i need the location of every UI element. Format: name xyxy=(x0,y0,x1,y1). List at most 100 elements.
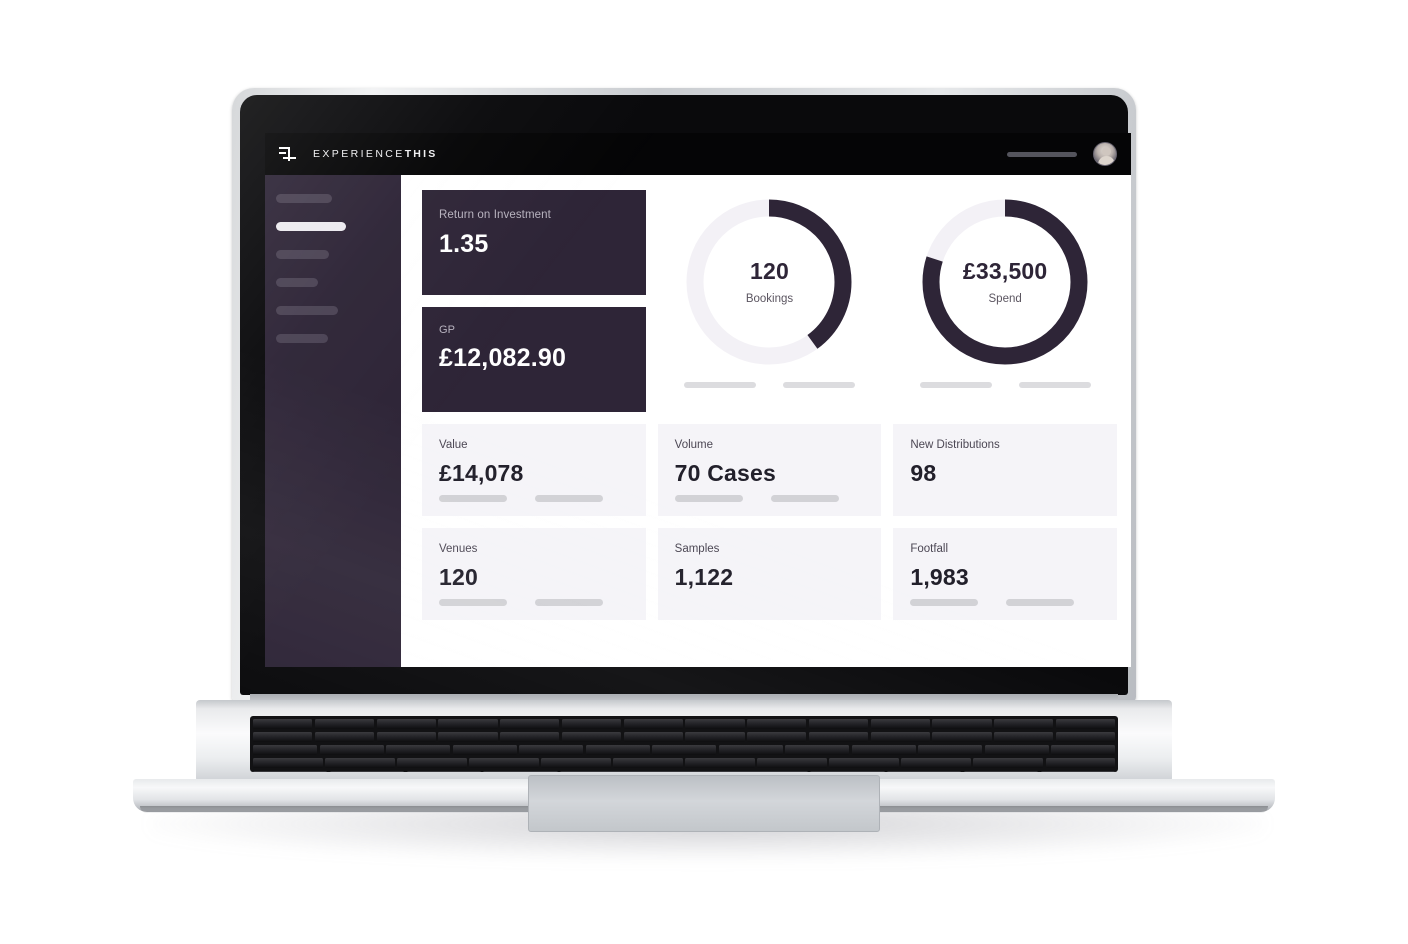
kpi-card-return-on-investment[interactable]: Return on Investment 1.35 xyxy=(422,190,646,295)
keyboard-key[interactable] xyxy=(1055,731,1115,742)
keyboard-key[interactable] xyxy=(932,731,992,742)
keyboard-key[interactable] xyxy=(623,718,683,729)
keyboard-key[interactable] xyxy=(253,718,313,729)
keyboard-key[interactable] xyxy=(253,770,328,772)
kpi-card-footfall[interactable]: Footfall 1,983 xyxy=(893,528,1117,620)
sidebar-item-3[interactable] xyxy=(276,250,329,259)
keyboard-key[interactable] xyxy=(469,757,539,768)
keyboard-key[interactable] xyxy=(757,757,827,768)
keyboard-key[interactable] xyxy=(561,718,621,729)
keyboard-key[interactable] xyxy=(376,718,436,729)
keyboard-key[interactable] xyxy=(500,731,560,742)
keyboard-key[interactable] xyxy=(785,744,849,755)
sidebar-item-6[interactable] xyxy=(276,334,328,343)
sidebar-item-1[interactable] xyxy=(276,194,332,203)
placeholder-bar[interactable] xyxy=(1006,599,1075,606)
keyboard-key[interactable] xyxy=(585,744,650,755)
keyboard-key[interactable] xyxy=(808,731,868,742)
placeholder-bar[interactable] xyxy=(770,495,839,502)
placeholder-bar[interactable] xyxy=(439,599,507,606)
placeholder-bar[interactable] xyxy=(439,495,507,502)
keyboard-key[interactable] xyxy=(1040,770,1116,772)
sidebar-item-5[interactable] xyxy=(276,306,338,315)
keyboard-key[interactable] xyxy=(438,731,498,742)
keyboard-key[interactable] xyxy=(1055,718,1115,729)
keyboard-key[interactable] xyxy=(483,770,558,772)
sidebar-item-2[interactable] xyxy=(276,222,346,231)
keyboard-key[interactable] xyxy=(541,757,611,768)
trackpad[interactable] xyxy=(528,775,880,832)
keyboard-key[interactable] xyxy=(314,718,374,729)
kpi-card-samples[interactable]: Samples 1,122 xyxy=(657,528,882,620)
keyboard[interactable] xyxy=(250,716,1118,772)
kpi-card-value[interactable]: Value £14,078 xyxy=(422,424,646,516)
keyboard-key[interactable] xyxy=(253,744,317,755)
keyboard-key[interactable] xyxy=(851,744,916,755)
keyboard-key[interactable] xyxy=(963,770,1039,772)
placeholder-bar[interactable] xyxy=(535,495,603,502)
placeholder-bar[interactable] xyxy=(535,599,603,606)
kpi-placeholder-bars xyxy=(439,495,646,502)
keyboard-key[interactable] xyxy=(560,770,808,772)
keyboard-key[interactable] xyxy=(901,757,971,768)
keyboard-key[interactable] xyxy=(613,757,683,768)
keyboard-key[interactable] xyxy=(1045,757,1116,768)
placeholder-bar[interactable] xyxy=(919,382,992,388)
keyboard-row xyxy=(250,757,1118,768)
placeholder-bar[interactable] xyxy=(683,382,756,388)
keyboard-key[interactable] xyxy=(932,718,992,729)
keyboard-key[interactable] xyxy=(994,718,1054,729)
keyboard-key[interactable] xyxy=(973,757,1044,768)
keyboard-key[interactable] xyxy=(329,770,405,772)
keyboard-key[interactable] xyxy=(519,744,583,755)
placeholder-bar[interactable] xyxy=(910,599,979,606)
placeholder-bar[interactable] xyxy=(674,495,743,502)
kpi-value: 1,983 xyxy=(910,564,969,590)
keyboard-key[interactable] xyxy=(319,744,384,755)
keyboard-key[interactable] xyxy=(253,757,323,768)
keyboard-key[interactable] xyxy=(500,718,560,729)
keyboard-key[interactable] xyxy=(325,757,395,768)
kpi-card-gp[interactable]: GP £12,082.90 xyxy=(422,307,646,412)
donut-card-spend[interactable]: £33,500 Spend xyxy=(893,190,1117,412)
placeholder-bar[interactable] xyxy=(782,382,855,388)
keyboard-key[interactable] xyxy=(685,718,745,729)
keyboard-key[interactable] xyxy=(376,731,436,742)
keyboard-key[interactable] xyxy=(685,757,755,768)
keyboard-key[interactable] xyxy=(918,744,982,755)
keyboard-key[interactable] xyxy=(829,757,899,768)
keyboard-key[interactable] xyxy=(808,718,868,729)
keyboard-key[interactable] xyxy=(652,744,716,755)
kpi-card-volume[interactable]: Volume 70 Cases xyxy=(657,424,882,516)
keyboard-key[interactable] xyxy=(747,731,807,742)
keyboard-key[interactable] xyxy=(870,731,930,742)
keyboard-key[interactable] xyxy=(438,718,498,729)
keyboard-key[interactable] xyxy=(747,718,807,729)
avatar[interactable] xyxy=(1093,142,1117,166)
keyboard-key[interactable] xyxy=(386,744,450,755)
experience-this-logo-icon[interactable] xyxy=(279,146,296,162)
keyboard-key[interactable] xyxy=(685,731,745,742)
kpi-card-new-distributions[interactable]: New Distributions 98 xyxy=(893,424,1117,516)
keyboard-key[interactable] xyxy=(623,731,683,742)
keyboard-key[interactable] xyxy=(810,770,885,772)
keyboard-key[interactable] xyxy=(253,731,313,742)
donut-card-bookings[interactable]: 120 Bookings xyxy=(657,190,882,412)
keyboard-key[interactable] xyxy=(314,731,374,742)
topbar-placeholder-bar[interactable] xyxy=(1007,151,1077,157)
kpi-card-venues[interactable]: Venues 120 xyxy=(422,528,646,620)
placeholder-bar[interactable] xyxy=(1018,382,1091,388)
keyboard-key[interactable] xyxy=(561,731,621,742)
keyboard-key[interactable] xyxy=(870,718,930,729)
keyboard-key[interactable] xyxy=(984,744,1049,755)
keyboard-key[interactable] xyxy=(452,744,517,755)
keyboard-key[interactable] xyxy=(397,757,467,768)
keyboard-key[interactable] xyxy=(994,731,1054,742)
keyboard-key[interactable] xyxy=(887,770,962,772)
keyboard-key[interactable] xyxy=(1051,744,1115,755)
keyboard-key[interactable] xyxy=(406,770,481,772)
sidebar-item-4[interactable] xyxy=(276,278,318,287)
donut-value: £33,500 xyxy=(962,257,1048,284)
keyboard-key[interactable] xyxy=(718,744,783,755)
brand-wordmark[interactable]: EXPERIENCETHIS xyxy=(313,148,437,160)
